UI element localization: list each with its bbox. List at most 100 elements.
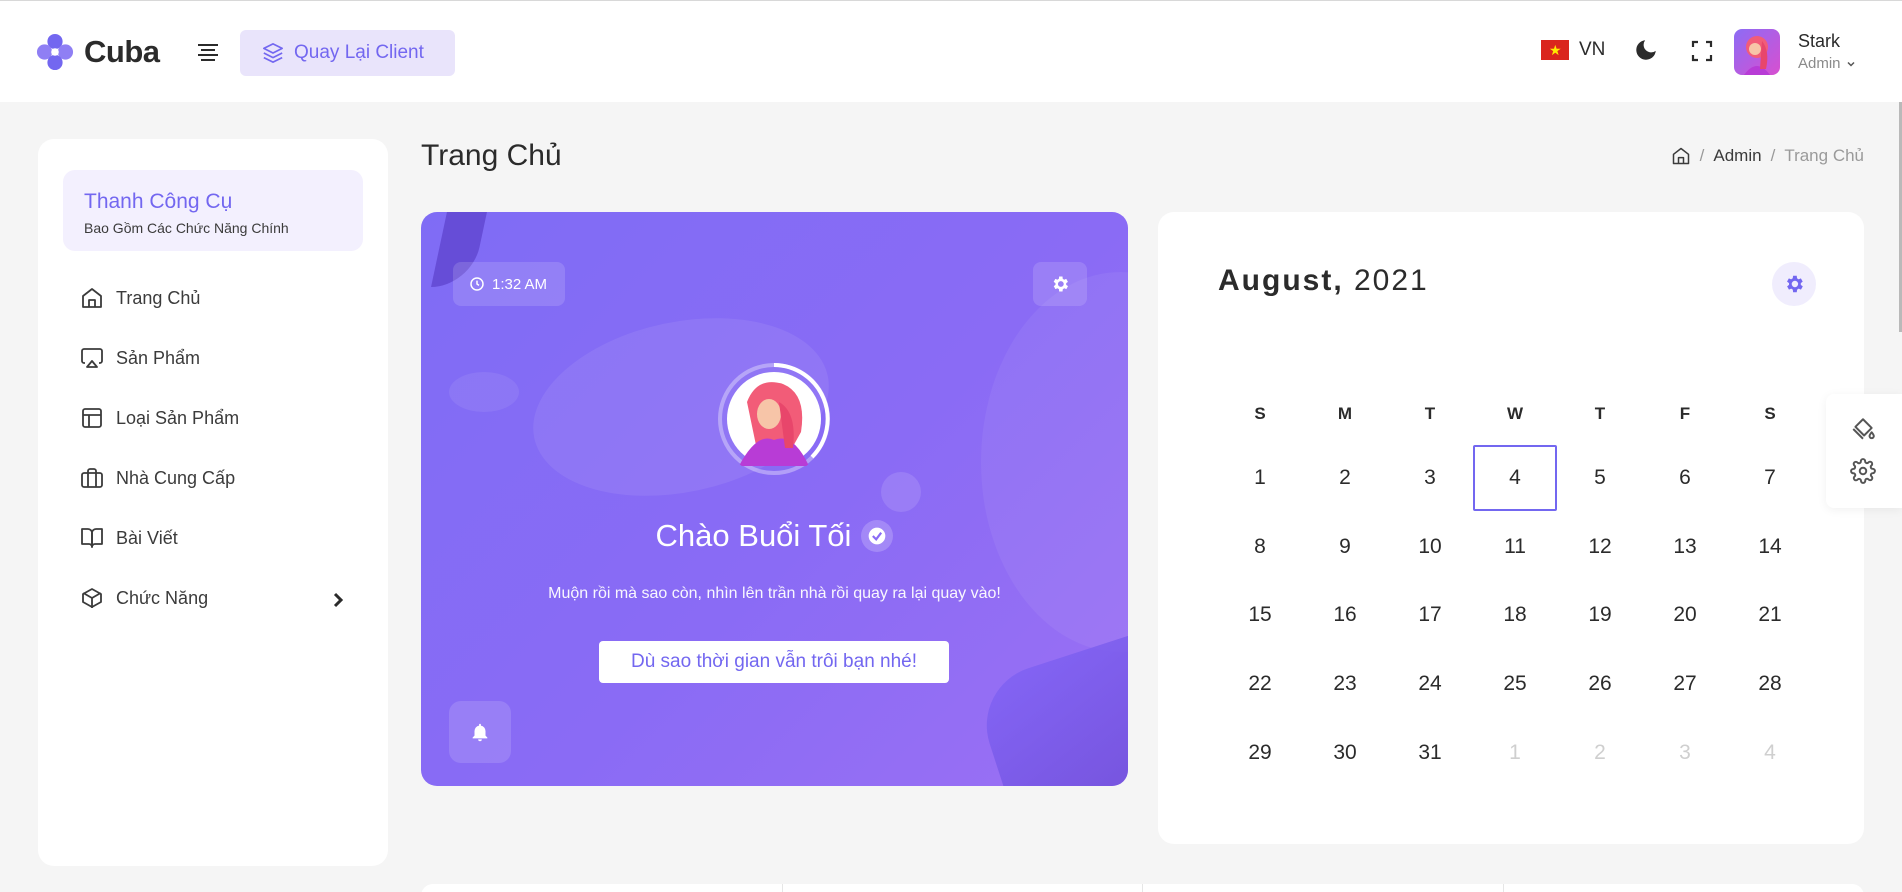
calendar-day[interactable]: 3 — [1388, 445, 1472, 511]
sidebar-card-title: Thanh Công Cụ — [84, 190, 233, 213]
fullscreen-icon[interactable] — [1690, 39, 1714, 63]
calendar-day[interactable]: 30 — [1303, 720, 1387, 786]
calendar-day-next-month[interactable]: 3 — [1643, 720, 1727, 786]
calendar-day[interactable]: 6 — [1643, 445, 1727, 511]
divider — [782, 884, 783, 892]
menu-toggle-icon[interactable] — [196, 42, 220, 62]
calendar-day[interactable]: 1 — [1218, 445, 1302, 511]
calendar-day[interactable]: 28 — [1728, 651, 1812, 717]
calendar-day[interactable]: 7 — [1728, 445, 1812, 511]
calendar-day[interactable]: 22 — [1218, 651, 1302, 717]
sidebar-item-san-pham[interactable]: Sản Phẩm — [80, 343, 350, 373]
calendar-day[interactable]: 27 — [1643, 651, 1727, 717]
calendar-day-next-month[interactable]: 2 — [1558, 720, 1642, 786]
calendar-day[interactable]: 2 — [1303, 445, 1387, 511]
sidebar: Thanh Công Cụ Bao Gồm Các Chức Năng Chín… — [38, 139, 388, 866]
calendar-day[interactable]: 24 — [1388, 651, 1472, 717]
calendar-day[interactable]: 8 — [1218, 514, 1302, 580]
calendar-card: August, 2021 S M T W T F S 1 2 3 4 5 6 7 8 9 10 11 12 13 14 1… — [1158, 212, 1864, 844]
calendar-weekday: W — [1506, 404, 1524, 423]
greeting-text: Chào Buổi Tối — [655, 518, 852, 553]
user-name[interactable]: Stark — [1798, 31, 1840, 52]
breadcrumb-current: Trang Chủ — [1784, 146, 1864, 165]
notification-button[interactable] — [449, 701, 511, 763]
calendar-day[interactable]: 10 — [1388, 514, 1472, 580]
calendar-month: August, — [1218, 264, 1344, 297]
logo[interactable]: Cuba — [36, 33, 160, 71]
divider — [1142, 884, 1143, 892]
user-role: Admin — [1798, 55, 1841, 72]
user-avatar[interactable] — [1734, 29, 1780, 75]
calendar-day[interactable]: 18 — [1473, 582, 1557, 648]
sidebar-item-label: Loại Sản Phẩm — [116, 407, 240, 428]
sidebar-item-label: Nhà Cung Cấp — [116, 467, 236, 488]
decor-blob — [881, 472, 921, 512]
sidebar-toolbar-card: Thanh Công Cụ Bao Gồm Các Chức Năng Chín… — [63, 170, 363, 251]
calendar-weekday: S — [1764, 404, 1776, 423]
sidebar-item-label: Trang Chủ — [116, 287, 201, 308]
user-role-dropdown[interactable]: Admin — [1798, 55, 1857, 72]
language-code: VN — [1579, 39, 1606, 60]
calendar-day[interactable]: 20 — [1643, 582, 1727, 648]
welcome-card: 1:32 AM Chào Buổi Tối Muộn rồi mà sao cò… — [421, 212, 1128, 786]
paint-bucket-icon[interactable] — [1850, 416, 1876, 442]
calendar-day[interactable]: 19 — [1558, 582, 1642, 648]
calendar-day-next-month[interactable]: 1 — [1473, 720, 1557, 786]
decor-ribbon — [971, 625, 1128, 786]
back-to-client-label: Quay Lại Client — [294, 42, 424, 63]
book-open-icon — [81, 528, 103, 548]
welcome-settings-button[interactable] — [1033, 262, 1087, 306]
calendar-day[interactable]: 15 — [1218, 582, 1302, 648]
sidebar-card-subtitle: Bao Gồm Các Chức Năng Chính — [84, 220, 289, 236]
dark-mode-moon-icon[interactable] — [1633, 37, 1659, 63]
calendar-day[interactable]: 9 — [1303, 514, 1387, 580]
chevron-down-icon — [1847, 61, 1855, 67]
calendar-day[interactable]: 4 — [1473, 445, 1557, 511]
sidebar-item-bai-viet[interactable]: Bài Viết — [80, 523, 350, 553]
clock-icon — [470, 277, 484, 291]
welcome-action-button[interactable]: Dù sao thời gian vẫn trôi bạn nhé! — [599, 641, 949, 683]
layout-icon — [82, 408, 102, 428]
sidebar-item-nha-cung-cap[interactable]: Nhà Cung Cấp — [80, 463, 350, 493]
calendar-day[interactable]: 5 — [1558, 445, 1642, 511]
calendar-day[interactable]: 17 — [1388, 582, 1472, 648]
calendar-year: 2021 — [1354, 264, 1429, 297]
chevron-right-icon — [333, 592, 344, 608]
calendar-day[interactable]: 26 — [1558, 651, 1642, 717]
gear-icon[interactable] — [1850, 458, 1876, 484]
back-to-client-button[interactable]: Quay Lại Client — [240, 30, 455, 76]
calendar-day[interactable]: 11 — [1473, 514, 1557, 580]
greeting-row: Chào Buổi Tối — [421, 518, 1128, 554]
customizer-panel — [1826, 394, 1902, 508]
calendar-day[interactable]: 23 — [1303, 651, 1387, 717]
calendar-settings-button[interactable] — [1772, 262, 1816, 306]
logo-text: Cuba — [84, 34, 160, 69]
calendar-day[interactable]: 13 — [1643, 514, 1727, 580]
calendar-weekday: S — [1254, 404, 1266, 423]
sidebar-item-label: Chức Năng — [116, 587, 209, 608]
calendar-day[interactable]: 21 — [1728, 582, 1812, 648]
language-selector[interactable]: ★ VN — [1541, 39, 1605, 61]
calendar-day[interactable]: 31 — [1388, 720, 1472, 786]
calendar-day[interactable]: 12 — [1558, 514, 1642, 580]
gear-icon — [1787, 275, 1803, 293]
sidebar-item-chuc-nang[interactable]: Chức Năng — [80, 583, 350, 613]
calendar-day-next-month[interactable]: 4 — [1728, 720, 1812, 786]
calendar-day[interactable]: 14 — [1728, 514, 1812, 580]
current-time: 1:32 AM — [492, 275, 548, 293]
breadcrumb-separator: / — [1770, 146, 1776, 165]
gear-icon — [1053, 276, 1068, 292]
breadcrumb-admin[interactable]: Admin — [1713, 146, 1761, 166]
layers-icon — [263, 43, 283, 63]
calendar-day[interactable]: 16 — [1303, 582, 1387, 648]
calendar-month-year: August, 2021 — [1218, 264, 1429, 298]
sidebar-item-loai-san-pham[interactable]: Loại Sản Phẩm — [80, 403, 350, 433]
sidebar-item-label: Bài Viết — [116, 527, 178, 548]
calendar-weekday: M — [1337, 404, 1353, 423]
home-icon[interactable] — [1671, 146, 1691, 166]
calendar-day[interactable]: 29 — [1218, 720, 1302, 786]
home-icon — [82, 288, 102, 308]
calendar-weekday: T — [1594, 404, 1606, 423]
calendar-day[interactable]: 25 — [1473, 651, 1557, 717]
sidebar-item-trang-chu[interactable]: Trang Chủ — [80, 283, 350, 313]
